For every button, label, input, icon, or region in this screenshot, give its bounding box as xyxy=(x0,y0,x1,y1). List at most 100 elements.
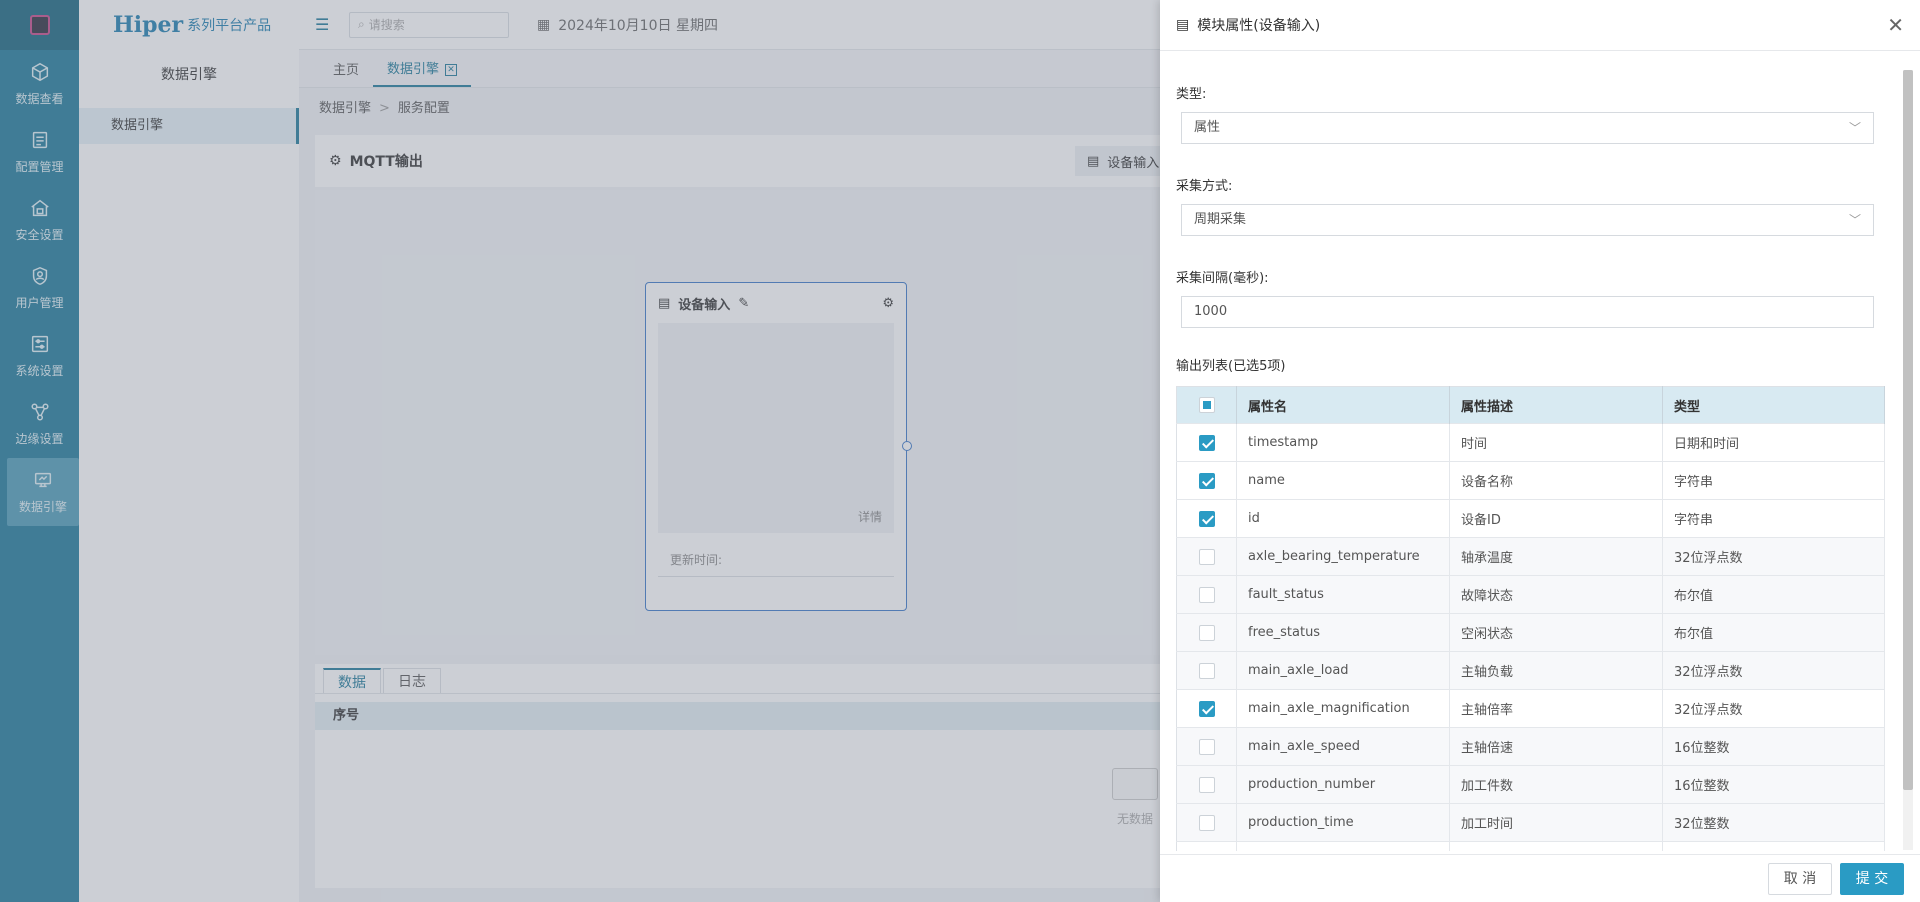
cell-name: production_time xyxy=(1236,803,1450,842)
cell-name: name xyxy=(1236,461,1450,500)
checkbox-cell xyxy=(1176,803,1237,842)
row-checkbox[interactable] xyxy=(1198,738,1215,755)
cell-type: 16位整数 xyxy=(1662,727,1885,766)
type-label: 类型: xyxy=(1176,87,1207,102)
column-header: 属性描述 xyxy=(1449,386,1663,424)
cell-desc: 主轴倍速 xyxy=(1449,727,1663,766)
checkbox-cell xyxy=(1176,613,1237,652)
cell-type: 布尔值 xyxy=(1662,575,1885,614)
checkbox-cell xyxy=(1176,765,1237,804)
select-all-cell xyxy=(1176,386,1237,424)
cell-desc: 设备名称 xyxy=(1449,461,1663,500)
cell-desc: 时间 xyxy=(1449,423,1663,462)
table-row[interactable]: running_status运行状态布尔值 xyxy=(1176,841,1885,851)
drawer-header: ▤ 模块属性(设备输入) xyxy=(1160,0,1920,51)
close-icon[interactable]: ✕ xyxy=(1887,15,1904,35)
row-checkbox[interactable] xyxy=(1198,814,1215,831)
cell-name: fault_status xyxy=(1236,575,1450,614)
drawer-body: 类型: 属性 ﹀ 采集方式: 周期采集 ﹀ 采集间隔(毫秒): 1000 输出列… xyxy=(1176,51,1894,851)
row-checkbox[interactable] xyxy=(1198,662,1215,679)
cell-type: 32位浮点数 xyxy=(1662,537,1885,576)
cell-name: timestamp xyxy=(1236,423,1450,462)
table-row[interactable]: free_status 空闲状态 布尔值 xyxy=(1176,613,1885,652)
table-row[interactable]: main_axle_load 主轴负载 32位浮点数 xyxy=(1176,651,1885,690)
column-header: 类型 xyxy=(1662,386,1885,424)
cell-type: 布尔值 xyxy=(1662,841,1885,851)
cell-desc: 主轴负载 xyxy=(1449,651,1663,690)
table-row[interactable]: name 设备名称 字符串 xyxy=(1176,461,1885,500)
drawer-footer: 取 消 提 交 xyxy=(1160,854,1920,902)
row-checkbox[interactable] xyxy=(1198,624,1215,641)
table-row[interactable]: production_time 加工时间 32位整数 xyxy=(1176,803,1885,842)
module-properties-drawer: ▤ 模块属性(设备输入) ✕ 类型: 属性 ﹀ 采集方式: 周期采集 ﹀ 采集间… xyxy=(1160,0,1920,902)
table-header-row: 属性名 属性描述 类型 xyxy=(1176,386,1885,424)
table-row[interactable]: main_axle_speed 主轴倍速 16位整数 xyxy=(1176,727,1885,766)
row-checkbox[interactable] xyxy=(1198,472,1215,489)
drawer-scrollbar[interactable] xyxy=(1900,70,1916,850)
interval-value: 1000 xyxy=(1194,304,1228,319)
type-select[interactable]: 属性 ﹀ xyxy=(1181,112,1874,144)
table-row[interactable]: timestamp 时间 日期和时间 xyxy=(1176,423,1885,462)
row-checkbox[interactable] xyxy=(1198,510,1215,527)
cell-name: running_status xyxy=(1236,841,1450,851)
row-checkbox[interactable] xyxy=(1198,548,1215,565)
cell-name: main_axle_magnification xyxy=(1236,689,1450,728)
output-list-label: 输出列表(已选5项) xyxy=(1176,359,1286,374)
checkbox-cell xyxy=(1176,537,1237,576)
checkbox-cell xyxy=(1176,423,1237,462)
cell-desc: 加工件数 xyxy=(1449,765,1663,804)
table-row[interactable]: fault_status 故障状态 布尔值 xyxy=(1176,575,1885,614)
properties-icon: ▤ xyxy=(1176,17,1190,33)
table-row[interactable]: production_number 加工件数 16位整数 xyxy=(1176,765,1885,804)
modal-mask[interactable] xyxy=(0,0,1160,902)
checkbox-cell xyxy=(1176,651,1237,690)
checkbox-cell xyxy=(1176,727,1237,766)
type-value: 属性 xyxy=(1194,120,1221,135)
collect-value: 周期采集 xyxy=(1194,212,1247,227)
scroll-thumb[interactable] xyxy=(1903,70,1913,790)
cell-desc: 加工时间 xyxy=(1449,803,1663,842)
cell-type: 布尔值 xyxy=(1662,613,1885,652)
cell-type: 16位整数 xyxy=(1662,765,1885,804)
cell-name: production_number xyxy=(1236,765,1450,804)
checkbox-cell xyxy=(1176,841,1237,851)
cell-type: 日期和时间 xyxy=(1662,423,1885,462)
cell-name: id xyxy=(1236,499,1450,538)
interval-input[interactable]: 1000 xyxy=(1181,296,1874,328)
interval-label: 采集间隔(毫秒): xyxy=(1176,271,1269,286)
cell-desc: 设备ID xyxy=(1449,499,1663,538)
checkbox-cell xyxy=(1176,575,1237,614)
collect-label: 采集方式: xyxy=(1176,179,1233,194)
cell-name: main_axle_load xyxy=(1236,651,1450,690)
cell-type: 字符串 xyxy=(1662,499,1885,538)
row-checkbox[interactable] xyxy=(1198,586,1215,603)
collect-mode-select[interactable]: 周期采集 ﹀ xyxy=(1181,204,1874,236)
cell-desc: 轴承温度 xyxy=(1449,537,1663,576)
checkbox-cell xyxy=(1176,461,1237,500)
cell-type: 32位浮点数 xyxy=(1662,651,1885,690)
table-row[interactable]: axle_bearing_temperature 轴承温度 32位浮点数 xyxy=(1176,537,1885,576)
cell-type: 32位整数 xyxy=(1662,803,1885,842)
cell-name: main_axle_speed xyxy=(1236,727,1450,766)
cancel-button[interactable]: 取 消 xyxy=(1768,863,1832,895)
cell-type: 字符串 xyxy=(1662,461,1885,500)
drawer-title: 模块属性(设备输入) xyxy=(1197,18,1321,34)
chevron-down-icon: ﹀ xyxy=(1848,213,1861,227)
checkbox-cell xyxy=(1176,689,1237,728)
cell-name: axle_bearing_temperature xyxy=(1236,537,1450,576)
chevron-down-icon: ﹀ xyxy=(1848,121,1861,135)
row-checkbox[interactable] xyxy=(1198,434,1215,451)
table-row[interactable]: id 设备ID 字符串 xyxy=(1176,499,1885,538)
cell-desc: 运行状态 xyxy=(1449,841,1663,851)
table-row[interactable]: main_axle_magnification 主轴倍率 32位浮点数 xyxy=(1176,689,1885,728)
cell-name: free_status xyxy=(1236,613,1450,652)
cell-desc: 故障状态 xyxy=(1449,575,1663,614)
cell-desc: 主轴倍率 xyxy=(1449,689,1663,728)
cell-type: 32位浮点数 xyxy=(1662,689,1885,728)
row-checkbox[interactable] xyxy=(1198,776,1215,793)
column-header: 属性名 xyxy=(1236,386,1450,424)
row-checkbox[interactable] xyxy=(1198,700,1215,717)
submit-button[interactable]: 提 交 xyxy=(1840,863,1904,895)
select-all-checkbox[interactable] xyxy=(1198,397,1215,413)
checkbox-cell xyxy=(1176,499,1237,538)
